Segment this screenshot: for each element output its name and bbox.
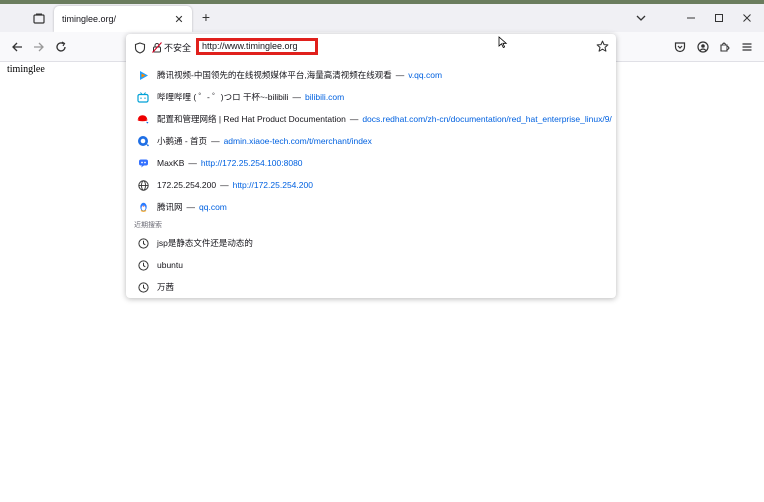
- menu-button[interactable]: [738, 38, 756, 56]
- recent-search-text: jsp是静态文件还是动态的: [157, 238, 253, 248]
- suggestion-row[interactable]: 腾讯视频-中国领先的在线视频媒体平台,海量高清视频在线观看 — v.qq.com: [126, 64, 616, 86]
- tab-list-icon: [33, 13, 45, 24]
- tencent-video-icon: [137, 69, 149, 81]
- plus-icon: +: [201, 9, 211, 25]
- suggestion-row[interactable]: MaxKB — http://172.25.254.100:8080: [126, 152, 616, 174]
- url-input[interactable]: http://www.timinglee.org: [196, 38, 318, 55]
- redhat-icon: [137, 113, 149, 125]
- separator: —: [188, 158, 197, 168]
- suggestion-title: 腾讯视频-中国领先的在线视频媒体平台,海量高清视频在线观看: [157, 70, 392, 80]
- separator: —: [349, 114, 359, 124]
- maximize-icon: [715, 14, 723, 22]
- tab-title: timinglee.org/: [62, 14, 117, 24]
- globe-icon: [137, 179, 149, 191]
- suggestion-title: 配置和管理网络 | Red Hat Product Documentation: [157, 114, 346, 124]
- close-window-button[interactable]: [737, 8, 757, 28]
- tab-strip: timinglee.org/ ✕ +: [0, 4, 764, 32]
- suggestion-title: 哔哩哔哩 ( ゜- ゜)つロ 干杯~-bilibili: [157, 92, 289, 102]
- close-icon: [743, 14, 751, 22]
- security-label: 不安全: [164, 42, 192, 53]
- site-security-button[interactable]: 不安全: [152, 40, 191, 54]
- bilibili-icon: [137, 91, 149, 103]
- hamburger-menu-icon: [742, 43, 752, 51]
- maximize-button[interactable]: [709, 8, 729, 28]
- maxkb-icon: [137, 157, 149, 169]
- suggestion-row[interactable]: 小鹅通 - 首页 — admin.xiaoe-tech.com/t/mercha…: [126, 130, 616, 152]
- reload-icon: [56, 41, 66, 52]
- recent-search-text: ubuntu: [157, 260, 183, 270]
- urlbar-dropdown: 不安全 http://www.timinglee.org 腾讯视频-中国领先的在…: [126, 34, 616, 298]
- history-clock-icon: [137, 259, 149, 271]
- page-body-text: timinglee: [7, 64, 45, 75]
- suggestion-title: 小鹅通 - 首页: [157, 136, 208, 146]
- recent-searches-heading: 近期搜索: [134, 222, 162, 229]
- suggestion-url: bilibili.com: [305, 92, 345, 102]
- suggestion-url: http://172.25.254.200: [232, 180, 313, 190]
- tab-list-button[interactable]: [30, 10, 48, 26]
- browser-window: timinglee.org/ ✕ + timinglee 不安全 http://…: [0, 4, 764, 502]
- account-button[interactable]: [694, 38, 712, 56]
- suggestion-title: 腾讯网: [157, 202, 183, 212]
- recent-search-row[interactable]: 万茜: [126, 276, 616, 298]
- tracking-protection-button[interactable]: [134, 41, 146, 54]
- puzzle-icon: [720, 42, 730, 52]
- separator: —: [292, 92, 302, 102]
- suggestion-row[interactable]: 配置和管理网络 | Red Hat Product Documentation …: [126, 108, 616, 130]
- mouse-cursor-icon: [498, 36, 508, 48]
- suggestion-row[interactable]: 哔哩哔哩 ( ゜- ゜)つロ 干杯~-bilibili — bilibili.c…: [126, 86, 616, 108]
- separator: —: [211, 136, 220, 146]
- reload-button[interactable]: [52, 38, 70, 56]
- pocket-icon: [674, 42, 686, 53]
- history-clock-icon: [137, 281, 149, 293]
- history-clock-icon: [137, 237, 149, 249]
- suggestion-row[interactable]: 172.25.254.200 — http://172.25.254.200: [126, 174, 616, 196]
- recent-search-text: 万茜: [157, 282, 175, 292]
- insecure-lock-icon: [152, 41, 162, 53]
- suggestion-url: docs.redhat.com/zh-cn/documentation/red_…: [362, 114, 612, 124]
- separator: —: [186, 202, 196, 212]
- suggestion-url: v.qq.com: [408, 70, 443, 80]
- recent-search-row[interactable]: jsp是静态文件还是动态的: [126, 232, 616, 254]
- suggestion-title: 172.25.254.200: [157, 180, 217, 190]
- star-icon: [596, 40, 609, 52]
- minimize-icon: [687, 17, 695, 19]
- suggestion-title: MaxKB: [157, 158, 185, 168]
- arrow-left-icon: [12, 42, 22, 52]
- chevron-down-icon: [636, 15, 646, 21]
- separator: —: [220, 180, 229, 190]
- recent-search-row[interactable]: ubuntu: [126, 254, 616, 276]
- tab-active[interactable]: timinglee.org/ ✕: [54, 6, 192, 32]
- xiaoetong-icon: [137, 135, 149, 147]
- tab-close-icon[interactable]: ✕: [172, 12, 186, 26]
- qq-icon: [137, 201, 149, 213]
- suggestion-url: http://172.25.254.100:8080: [200, 158, 303, 168]
- arrow-right-icon: [34, 42, 44, 52]
- suggestion-url: admin.xiaoe-tech.com/t/merchant/index: [223, 136, 372, 146]
- urlbar: 不安全 http://www.timinglee.org: [126, 34, 616, 60]
- separator: —: [395, 70, 405, 80]
- extensions-button[interactable]: [716, 38, 734, 56]
- list-all-tabs-button[interactable]: [634, 11, 648, 25]
- account-icon: [697, 41, 709, 53]
- pocket-button[interactable]: [671, 38, 689, 56]
- suggestion-list: 腾讯视频-中国领先的在线视频媒体平台,海量高清视频在线观看 — v.qq.com…: [126, 64, 616, 298]
- shield-icon: [134, 42, 146, 54]
- forward-button[interactable]: [30, 38, 48, 56]
- bookmark-button[interactable]: [596, 40, 610, 54]
- suggestion-url: qq.com: [199, 202, 227, 212]
- suggestion-row[interactable]: 腾讯网 — qq.com: [126, 196, 616, 218]
- new-tab-button[interactable]: +: [198, 9, 214, 25]
- back-button[interactable]: [8, 38, 26, 56]
- minimize-button[interactable]: [681, 8, 701, 28]
